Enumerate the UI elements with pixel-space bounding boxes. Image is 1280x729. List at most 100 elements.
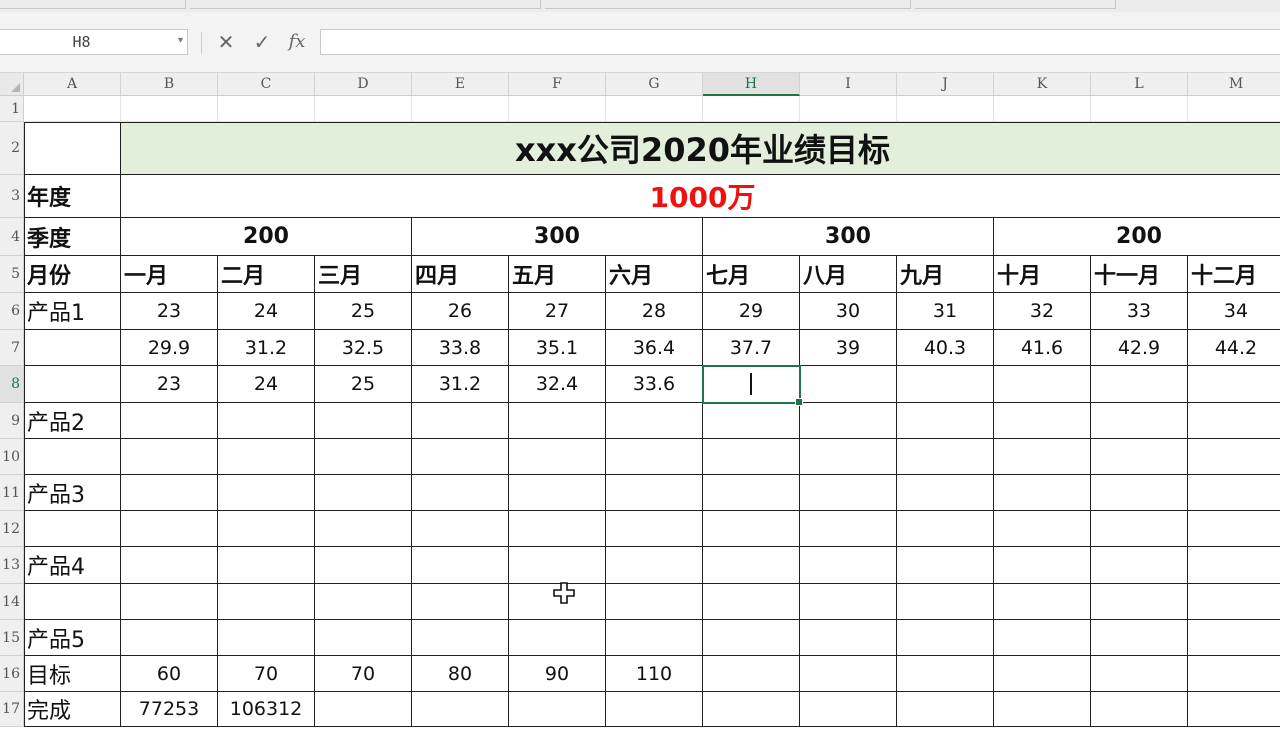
data-cell[interactable]: 26 bbox=[412, 293, 509, 330]
data-cell[interactable] bbox=[509, 403, 606, 439]
data-cell[interactable] bbox=[315, 620, 412, 656]
data-cell[interactable] bbox=[897, 511, 994, 547]
row-header-6[interactable]: 6 bbox=[0, 293, 24, 330]
cell[interactable] bbox=[24, 511, 121, 547]
cell[interactable] bbox=[24, 122, 121, 175]
data-cell[interactable] bbox=[412, 547, 509, 584]
cell[interactable] bbox=[703, 96, 800, 122]
data-cell[interactable] bbox=[315, 439, 412, 475]
column-header-d[interactable]: D bbox=[315, 73, 412, 96]
data-cell[interactable] bbox=[412, 511, 509, 547]
quarter-value[interactable]: 200 bbox=[994, 218, 1280, 256]
data-cell[interactable]: 77253 bbox=[121, 692, 218, 727]
month-header[interactable]: 八月 bbox=[800, 256, 897, 293]
data-cell[interactable] bbox=[606, 692, 703, 727]
data-cell[interactable]: 33.6 bbox=[606, 366, 703, 403]
select-all-corner[interactable] bbox=[0, 73, 24, 96]
row-label[interactable]: 目标 bbox=[24, 656, 121, 692]
data-cell[interactable] bbox=[315, 547, 412, 584]
data-cell[interactable]: 110 bbox=[606, 656, 703, 692]
cell[interactable] bbox=[24, 439, 121, 475]
data-cell[interactable] bbox=[703, 692, 800, 727]
data-cell[interactable]: 30 bbox=[800, 293, 897, 330]
row-header-17[interactable]: 17 bbox=[0, 692, 24, 727]
data-cell[interactable] bbox=[1091, 692, 1188, 727]
row-header-15[interactable]: 15 bbox=[0, 620, 24, 656]
cell[interactable] bbox=[509, 96, 606, 122]
formula-input[interactable] bbox=[320, 29, 1280, 55]
data-cell[interactable]: 70 bbox=[218, 656, 315, 692]
data-cell[interactable]: 23 bbox=[121, 293, 218, 330]
year-label[interactable]: 年度 bbox=[24, 175, 121, 218]
data-cell[interactable] bbox=[606, 475, 703, 511]
data-cell[interactable] bbox=[1091, 547, 1188, 584]
data-cell[interactable]: 32.4 bbox=[509, 366, 606, 403]
data-cell[interactable]: 31 bbox=[897, 293, 994, 330]
cell[interactable] bbox=[412, 96, 509, 122]
data-cell[interactable] bbox=[1091, 584, 1188, 620]
data-cell[interactable] bbox=[994, 366, 1091, 403]
data-cell[interactable] bbox=[1188, 547, 1280, 584]
row-header-9[interactable]: 9 bbox=[0, 403, 24, 439]
data-cell[interactable] bbox=[412, 584, 509, 620]
data-cell[interactable] bbox=[994, 511, 1091, 547]
data-cell[interactable] bbox=[1188, 511, 1280, 547]
data-cell[interactable]: 39 bbox=[800, 330, 897, 366]
column-header-c[interactable]: C bbox=[218, 73, 315, 96]
row-header-5[interactable]: 5 bbox=[0, 256, 24, 293]
column-header-f[interactable]: F bbox=[509, 73, 606, 96]
data-cell[interactable]: 29 bbox=[703, 293, 800, 330]
data-cell[interactable] bbox=[703, 547, 800, 584]
data-cell[interactable]: 80 bbox=[412, 656, 509, 692]
column-header-i[interactable]: I bbox=[800, 73, 897, 96]
data-cell[interactable] bbox=[509, 692, 606, 727]
cell[interactable] bbox=[24, 584, 121, 620]
data-cell[interactable]: 24 bbox=[218, 293, 315, 330]
cell[interactable] bbox=[994, 96, 1091, 122]
cell[interactable] bbox=[121, 96, 218, 122]
data-cell[interactable] bbox=[703, 656, 800, 692]
data-cell[interactable]: 70 bbox=[315, 656, 412, 692]
cancel-icon[interactable]: ✕ bbox=[214, 28, 238, 56]
data-cell[interactable] bbox=[800, 584, 897, 620]
data-cell[interactable] bbox=[1091, 366, 1188, 403]
cell[interactable] bbox=[24, 366, 121, 403]
data-cell[interactable] bbox=[606, 439, 703, 475]
name-box[interactable]: H8 ▾ bbox=[0, 29, 188, 55]
data-cell[interactable]: 90 bbox=[509, 656, 606, 692]
data-cell[interactable] bbox=[897, 403, 994, 439]
data-cell[interactable] bbox=[606, 547, 703, 584]
data-cell[interactable] bbox=[800, 620, 897, 656]
quarter-value[interactable]: 300 bbox=[703, 218, 994, 256]
column-header-h[interactable]: H bbox=[703, 73, 800, 96]
data-cell[interactable] bbox=[1091, 511, 1188, 547]
data-cell[interactable] bbox=[218, 403, 315, 439]
data-cell[interactable] bbox=[1091, 475, 1188, 511]
data-cell[interactable] bbox=[606, 620, 703, 656]
month-header[interactable]: 一月 bbox=[121, 256, 218, 293]
cell[interactable] bbox=[218, 96, 315, 122]
cell[interactable] bbox=[606, 96, 703, 122]
data-cell[interactable]: 42.9 bbox=[1091, 330, 1188, 366]
column-header-a[interactable]: A bbox=[24, 73, 121, 96]
data-cell[interactable] bbox=[994, 403, 1091, 439]
data-cell[interactable] bbox=[218, 475, 315, 511]
data-cell[interactable] bbox=[897, 584, 994, 620]
data-cell[interactable] bbox=[1091, 656, 1188, 692]
data-cell[interactable] bbox=[218, 620, 315, 656]
data-cell[interactable] bbox=[994, 620, 1091, 656]
month-header[interactable]: 六月 bbox=[606, 256, 703, 293]
month-header[interactable]: 二月 bbox=[218, 256, 315, 293]
data-cell[interactable] bbox=[1188, 366, 1280, 403]
column-header-k[interactable]: K bbox=[994, 73, 1091, 96]
data-cell[interactable] bbox=[800, 692, 897, 727]
data-cell[interactable] bbox=[800, 511, 897, 547]
column-header-g[interactable]: G bbox=[606, 73, 703, 96]
cell[interactable] bbox=[24, 330, 121, 366]
data-cell[interactable]: 23 bbox=[121, 366, 218, 403]
data-cell[interactable] bbox=[121, 403, 218, 439]
data-cell[interactable] bbox=[412, 620, 509, 656]
data-cell[interactable]: 36.4 bbox=[606, 330, 703, 366]
data-cell[interactable] bbox=[315, 584, 412, 620]
data-cell[interactable] bbox=[897, 656, 994, 692]
